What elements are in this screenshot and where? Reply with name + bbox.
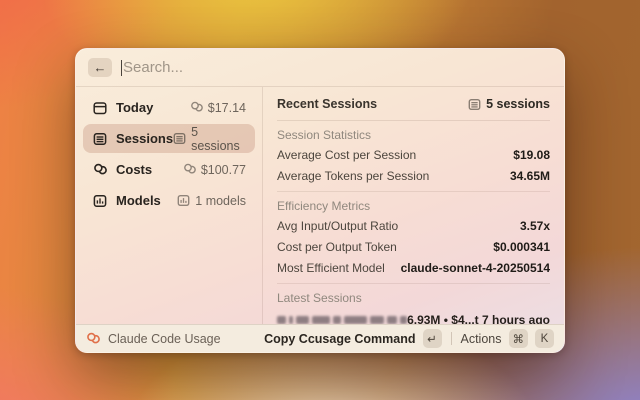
- section-title: Efficiency Metrics: [277, 199, 550, 213]
- section-efficiency-metrics: Efficiency Metrics Avg Input/Output Rati…: [277, 192, 550, 284]
- back-button[interactable]: ←: [88, 58, 112, 77]
- session-row: 6.93M • $4...t 7 hours ago: [277, 311, 550, 324]
- sessions-icon: [173, 132, 186, 145]
- sidebar-item-label: Today: [116, 100, 190, 115]
- sidebar-item-today[interactable]: Today $17.14: [83, 93, 255, 122]
- sidebar-item-label: Models: [116, 193, 177, 208]
- footer-bar: Claude Code Usage Copy Ccusage Command ↵…: [76, 324, 564, 352]
- sidebar-item-accessory: $17.14: [190, 101, 246, 115]
- meta-row: Cost per Output Token $0.000341: [277, 240, 550, 254]
- sidebar-item-accessory: 5 sessions: [173, 125, 246, 153]
- calendar-icon: [92, 100, 107, 115]
- detail-panel: Recent Sessions 5 sessions Session Stati…: [263, 87, 564, 324]
- coins-icon: [92, 162, 107, 177]
- text-caret: [121, 60, 122, 76]
- detail-header-label: Recent Sessions: [277, 97, 377, 111]
- copy-ccusage-command-button[interactable]: Copy Ccusage Command ↵: [264, 329, 441, 348]
- meta-value: $0.000341: [493, 240, 550, 254]
- section-title: Session Statistics: [277, 128, 550, 142]
- meta-label: Average Cost per Session: [277, 148, 416, 162]
- footer-app-title: Claude Code Usage: [108, 332, 221, 346]
- section-latest-sessions: Latest Sessions 6.93M • $4...t 7 hours a…: [277, 284, 550, 324]
- sidebar-list: Today $17.14 Sessions 5 session: [76, 87, 263, 324]
- sidebar-item-value: 5 sessions: [191, 125, 246, 153]
- meta-label: Cost per Output Token: [277, 240, 397, 254]
- meta-value: claude-sonnet-4-20250514: [401, 261, 550, 275]
- meta-value: $19.08: [513, 148, 550, 162]
- search-input-wrap: [121, 59, 552, 76]
- actions-label: Actions: [461, 332, 502, 346]
- barchart-icon: [92, 193, 107, 208]
- launcher-window: ← Today $17.14: [75, 48, 565, 353]
- meta-label: Average Tokens per Session: [277, 169, 429, 183]
- meta-label: Avg Input/Output Ratio: [277, 219, 398, 233]
- cmd-key-icon: ⌘: [509, 329, 529, 348]
- back-arrow-icon: ←: [94, 60, 107, 75]
- sidebar-item-label: Sessions: [116, 131, 173, 146]
- coins-icon: [86, 332, 100, 346]
- sidebar-item-costs[interactable]: Costs $100.77: [83, 155, 255, 184]
- sidebar-item-sessions[interactable]: Sessions 5 sessions: [83, 124, 255, 153]
- footer-divider: [451, 332, 452, 345]
- meta-row: Most Efficient Model claude-sonnet-4-202…: [277, 261, 550, 275]
- sessions-icon: [468, 98, 481, 111]
- detail-header-value: 5 sessions: [468, 97, 550, 111]
- session-row-value: 6.93M • $4...t 7 hours ago: [407, 313, 550, 325]
- meta-row: Avg Input/Output Ratio 3.57x: [277, 219, 550, 233]
- actions-button[interactable]: Actions ⌘ K: [461, 329, 555, 348]
- section-session-statistics: Session Statistics Average Cost per Sess…: [277, 121, 550, 192]
- sidebar-item-models[interactable]: Models 1 models: [83, 186, 255, 215]
- sidebar-item-accessory: $100.77: [183, 163, 246, 177]
- search-bar: ←: [76, 49, 564, 87]
- coins-icon: [183, 163, 196, 176]
- coins-icon: [190, 101, 203, 114]
- sidebar-item-value: 1 models: [195, 194, 246, 208]
- sidebar-item-value: $100.77: [201, 163, 246, 177]
- meta-row: Average Tokens per Session 34.65M: [277, 169, 550, 183]
- sessions-icon: [92, 131, 107, 146]
- meta-row: Average Cost per Session $19.08: [277, 148, 550, 162]
- redacted-text: [277, 316, 407, 324]
- search-input[interactable]: [123, 59, 552, 76]
- sidebar-item-value: $17.14: [208, 101, 246, 115]
- meta-label: Most Efficient Model: [277, 261, 385, 275]
- footer-app: Claude Code Usage: [86, 332, 264, 346]
- meta-value: 3.57x: [520, 219, 550, 233]
- meta-value: 34.65M: [510, 169, 550, 183]
- copy-ccusage-command-label: Copy Ccusage Command: [264, 332, 415, 346]
- sidebar-item-label: Costs: [116, 162, 183, 177]
- enter-key-icon: ↵: [423, 329, 442, 348]
- sidebar-item-accessory: 1 models: [177, 194, 246, 208]
- detail-header: Recent Sessions 5 sessions: [277, 87, 550, 121]
- k-key-icon: K: [535, 329, 554, 348]
- barchart-icon: [177, 194, 190, 207]
- detail-header-count: 5 sessions: [486, 97, 550, 111]
- section-title: Latest Sessions: [277, 291, 550, 305]
- main-area: Today $17.14 Sessions 5 session: [76, 87, 564, 324]
